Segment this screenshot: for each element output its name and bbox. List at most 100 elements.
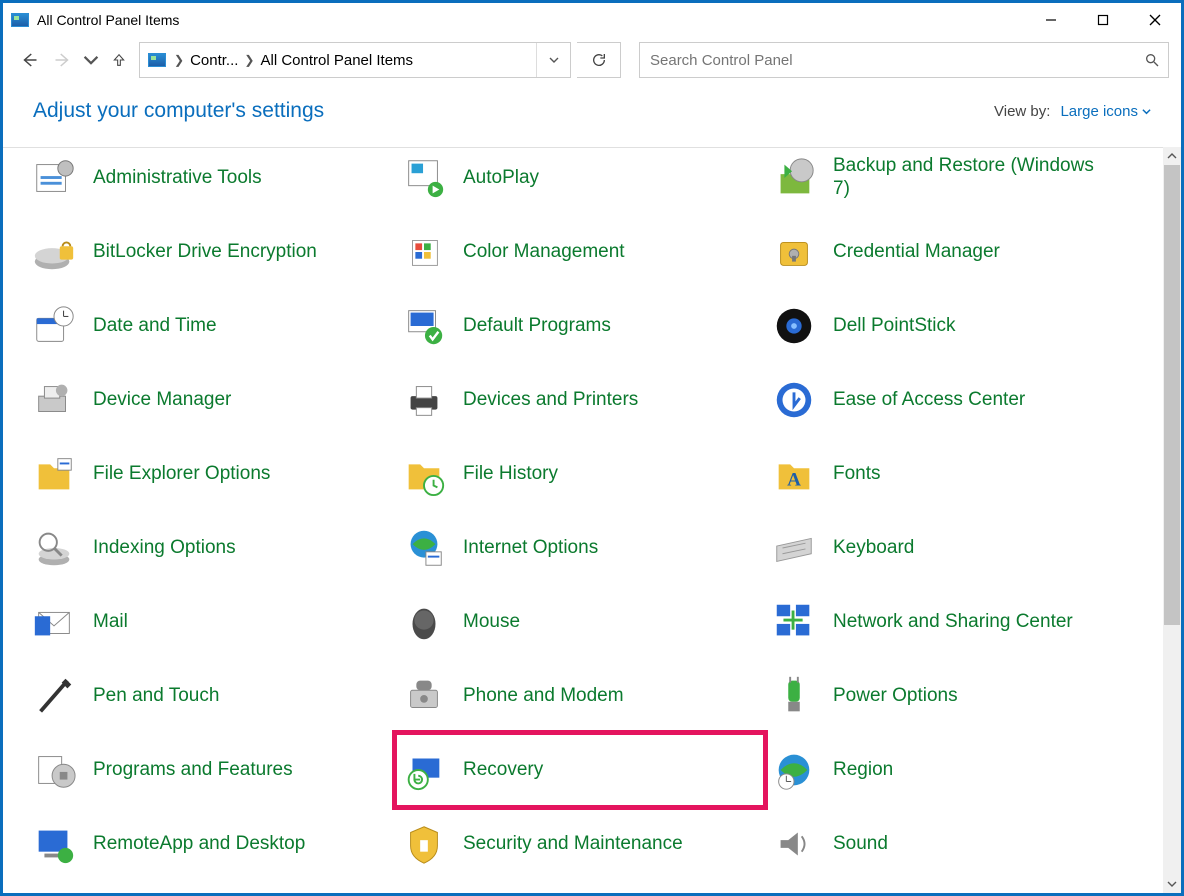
cp-item-color[interactable]: Color Management: [395, 215, 765, 289]
printers-icon: [399, 375, 449, 425]
recent-locations-button[interactable]: [83, 46, 99, 74]
up-button[interactable]: [105, 46, 133, 74]
cp-item-mouse[interactable]: Mouse: [395, 585, 765, 659]
cp-item-fileopt[interactable]: File Explorer Options: [25, 437, 395, 511]
scroll-up-button[interactable]: [1163, 147, 1181, 165]
breadcrumb-seg1[interactable]: Contr...: [190, 52, 238, 69]
cp-item-datetime[interactable]: Date and Time: [25, 289, 395, 363]
refresh-button[interactable]: [577, 42, 621, 78]
cp-item-filehist[interactable]: File History: [395, 437, 765, 511]
dell-icon: [769, 301, 819, 351]
cp-item-region[interactable]: Region: [765, 733, 1135, 807]
breadcrumb-seg2[interactable]: All Control Panel Items: [260, 52, 413, 69]
items-panel: Administrative Tools AutoPlay Backup and R…: [3, 147, 1163, 893]
cp-item-mail[interactable]: Mail: [25, 585, 395, 659]
cp-item-label: Devices and Printers: [463, 389, 638, 412]
cp-item-label: AutoPlay: [463, 167, 539, 190]
close-button[interactable]: [1129, 5, 1181, 35]
cp-item-label: Power Options: [833, 685, 958, 708]
cp-item-fonts[interactable]: AFonts: [765, 437, 1135, 511]
cp-item-programs[interactable]: Programs and Features: [25, 733, 395, 807]
maximize-button[interactable]: [1077, 5, 1129, 35]
fonts-icon: A: [769, 449, 819, 499]
cp-item-tools[interactable]: Administrative Tools: [25, 147, 395, 215]
view-by-dropdown[interactable]: Large icons: [1060, 103, 1151, 120]
pen-icon: [29, 671, 79, 721]
breadcrumb-separator-icon: ❯: [238, 53, 260, 67]
scroll-thumb[interactable]: [1164, 165, 1180, 625]
cp-item-label: Mail: [93, 611, 128, 634]
sound-icon: [769, 819, 819, 869]
security-icon: [399, 819, 449, 869]
cp-item-ease[interactable]: Ease of Access Center: [765, 363, 1135, 437]
address-bar[interactable]: ❯ Contr... ❯ All Control Panel Items: [139, 42, 571, 78]
cp-item-sound[interactable]: Sound: [765, 807, 1135, 881]
cp-item-security[interactable]: Security and Maintenance: [395, 807, 765, 881]
cp-item-label: Default Programs: [463, 315, 611, 338]
indexing-icon: [29, 523, 79, 573]
cp-item-bitlocker[interactable]: BitLocker Drive Encryption: [25, 215, 395, 289]
scroll-down-button[interactable]: [1163, 875, 1181, 893]
cp-item-label: Programs and Features: [93, 759, 293, 782]
svg-text:A: A: [787, 470, 801, 491]
cp-item-power[interactable]: Power Options: [765, 659, 1135, 733]
programs-icon: [29, 745, 79, 795]
page-title: Adjust your computer's settings: [33, 99, 324, 123]
internet-icon: [399, 523, 449, 573]
content-header: Adjust your computer's settings View by:…: [3, 83, 1181, 123]
mouse-icon: [399, 597, 449, 647]
view-by-value: Large icons: [1060, 103, 1138, 120]
cp-item-label: File History: [463, 463, 558, 486]
cp-item-keyboard[interactable]: Keyboard: [765, 511, 1135, 585]
cp-item-internet[interactable]: Internet Options: [395, 511, 765, 585]
cp-item-label: RemoteApp and Desktop: [93, 833, 305, 856]
navigation-bar: ❯ Contr... ❯ All Control Panel Items: [3, 37, 1181, 83]
cp-item-network[interactable]: Network and Sharing Center: [765, 585, 1135, 659]
control-panel-icon: [11, 13, 29, 27]
search-input[interactable]: [648, 51, 1144, 70]
cp-item-dell[interactable]: Dell PointStick: [765, 289, 1135, 363]
cp-item-indexing[interactable]: Indexing Options: [25, 511, 395, 585]
minimize-button[interactable]: [1025, 5, 1077, 35]
phone-icon: [399, 671, 449, 721]
search-box[interactable]: [639, 42, 1169, 78]
region-icon: [769, 745, 819, 795]
cp-item-label: Indexing Options: [93, 537, 236, 560]
vertical-scrollbar[interactable]: [1163, 147, 1181, 893]
default-icon: [399, 301, 449, 351]
cp-item-autoplay[interactable]: AutoPlay: [395, 147, 765, 215]
cp-item-default[interactable]: Default Programs: [395, 289, 765, 363]
cp-item-pen[interactable]: Pen and Touch: [25, 659, 395, 733]
mail-icon: [29, 597, 79, 647]
cp-item-credential[interactable]: Credential Manager: [765, 215, 1135, 289]
remote-icon: [29, 819, 79, 869]
cp-item-label: Device Manager: [93, 389, 231, 412]
cp-item-printers[interactable]: Devices and Printers: [395, 363, 765, 437]
items-grid: Administrative Tools AutoPlay Backup and R…: [25, 147, 1163, 881]
forward-button[interactable]: [49, 46, 77, 74]
fileopt-icon: [29, 449, 79, 499]
search-icon: [1144, 52, 1160, 68]
address-dropdown-button[interactable]: [536, 43, 570, 77]
datetime-icon: [29, 301, 79, 351]
tools-icon: [29, 153, 79, 203]
main-area: Administrative Tools AutoPlay Backup and R…: [3, 147, 1181, 893]
cp-item-label: Recovery: [463, 759, 543, 782]
cp-item-remote[interactable]: RemoteApp and Desktop: [25, 807, 395, 881]
cp-item-backup[interactable]: Backup and Restore (Windows 7): [765, 147, 1135, 215]
view-by: View by: Large icons: [994, 103, 1151, 120]
keyboard-icon: [769, 523, 819, 573]
autoplay-icon: [399, 153, 449, 203]
cp-item-label: Sound: [833, 833, 888, 856]
power-icon: [769, 671, 819, 721]
cp-item-phone[interactable]: Phone and Modem: [395, 659, 765, 733]
cp-item-label: Pen and Touch: [93, 685, 219, 708]
credential-icon: [769, 227, 819, 277]
cp-item-recovery[interactable]: Recovery: [395, 733, 765, 807]
cp-item-device[interactable]: Device Manager: [25, 363, 395, 437]
cp-item-label: Phone and Modem: [463, 685, 624, 708]
backup-icon: [769, 153, 819, 203]
back-button[interactable]: [15, 46, 43, 74]
filehist-icon: [399, 449, 449, 499]
cp-item-label: Mouse: [463, 611, 520, 634]
